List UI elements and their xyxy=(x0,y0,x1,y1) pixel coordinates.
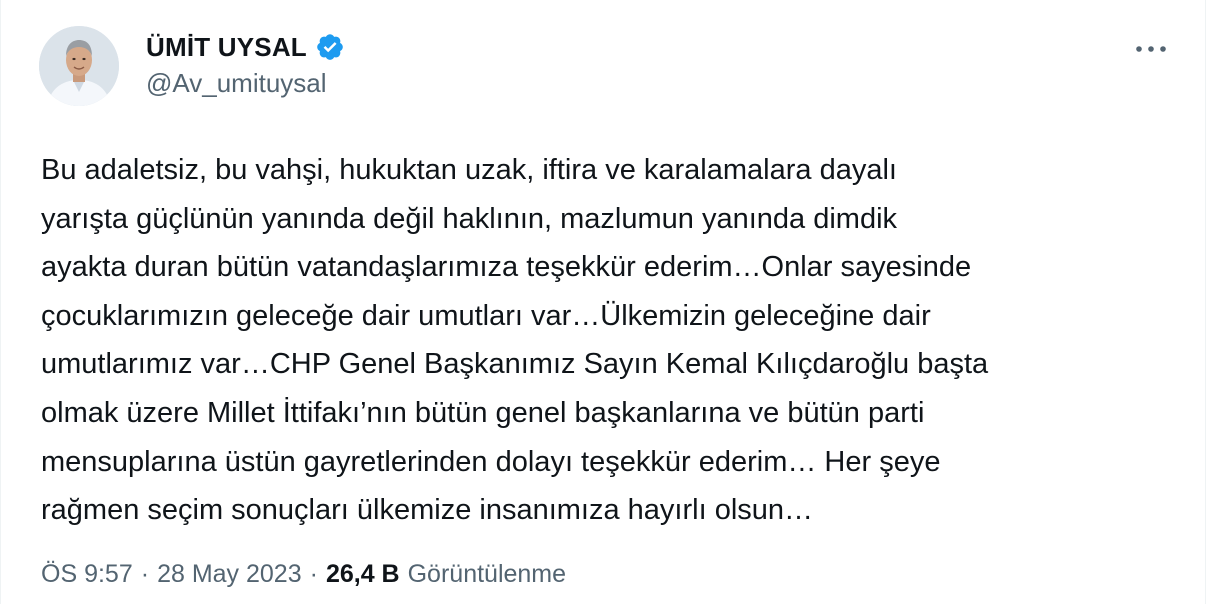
views-label[interactable]: Görüntülenme xyxy=(408,560,566,589)
more-options-icon[interactable] xyxy=(1129,34,1173,64)
tweet-time-link[interactable]: ÖS 9:57 xyxy=(41,560,133,589)
meta-separator: · xyxy=(309,560,318,588)
tweet-text-line: umutlarımız var…CHP Genel Başkanımız Say… xyxy=(41,348,989,381)
tweet-text-line: ayakta duran bütün vatandaşlarımıza teşe… xyxy=(41,251,972,284)
author-block: ÜMİT UYSAL @Av_umituysal xyxy=(146,30,345,99)
tweet-text-line: mensuplarına üstün gayretlerinden dolayı… xyxy=(41,445,941,478)
avatar[interactable] xyxy=(39,26,119,106)
views-count[interactable]: 26,4 B xyxy=(326,560,400,589)
author-display-name[interactable]: ÜMİT UYSAL xyxy=(146,32,307,63)
tweet-text-line: Bu adaletsiz, bu vahşi, hukuktan uzak, i… xyxy=(41,154,897,186)
verified-badge-icon[interactable] xyxy=(315,32,345,62)
tweet-text-line: yarışta güçlünün yanında değil haklının,… xyxy=(41,202,898,235)
tweet-text-line: olmak üzere Millet İttifakı’nın bütün ge… xyxy=(41,396,925,429)
tweet-text: Bu adaletsiz, bu vahşi, hukuktan uzak, i… xyxy=(41,146,1171,535)
tweet-text-line: rağmen seçim sonuçları ülkemize insanımı… xyxy=(41,494,814,527)
tweet-card: ÜMİT UYSAL @Av_umituysal Bu adaletsiz, b… xyxy=(0,0,1206,604)
author-name-row: ÜMİT UYSAL xyxy=(146,30,345,64)
tweet-date-link[interactable]: 28 May 2023 xyxy=(157,560,302,589)
avatar-image xyxy=(39,26,119,106)
tweet-text-line: çocuklarımızın geleceğe dair umutları va… xyxy=(41,299,931,332)
meta-separator: · xyxy=(140,560,150,588)
author-handle[interactable]: @Av_umituysal xyxy=(146,68,345,99)
tweet-meta: ÖS 9:57 · 28 May 2023 · 26,4 B Görüntüle… xyxy=(41,560,566,589)
